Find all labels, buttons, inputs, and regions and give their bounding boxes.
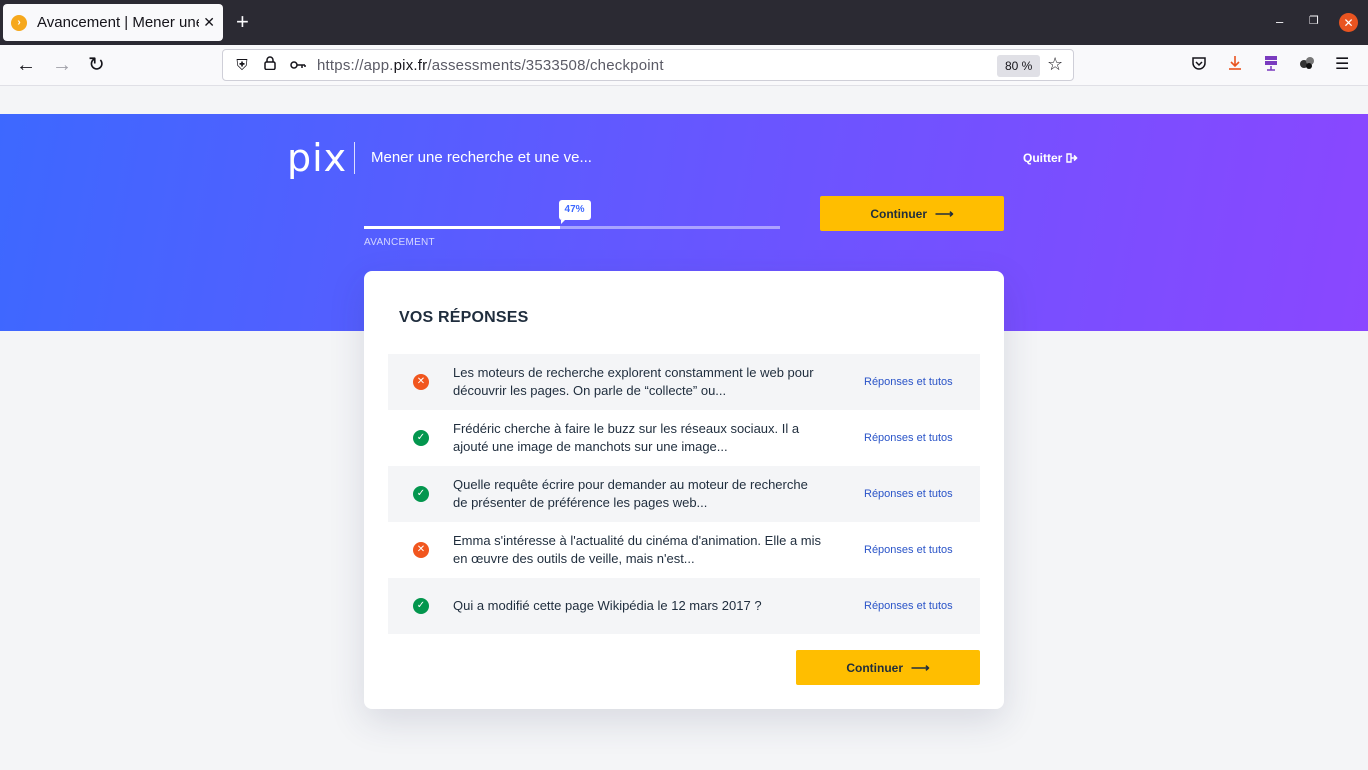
quit-label: Quitter — [1023, 151, 1063, 165]
check-circle-icon: ✓ — [413, 486, 429, 502]
quit-button[interactable]: Quitter — [1023, 151, 1078, 165]
progress-percent-bubble: 47% — [558, 200, 591, 224]
browser-nav-bar: ← → ↻ ⛨ https://app.pix.fr/assessments/3… — [0, 45, 1368, 86]
back-arrow-icon[interactable]: ← — [16, 53, 36, 77]
zoom-level-badge[interactable]: 80 % — [997, 55, 1041, 77]
restore-icon[interactable]: ❐ — [1309, 14, 1319, 27]
assessment-title: Mener une recherche et une ve... — [371, 149, 592, 166]
list-item: ✓ Quelle requête écrire pour demander au … — [388, 466, 980, 522]
url-bar[interactable]: ⛨ https://app.pix.fr/assessments/3533508… — [222, 49, 1074, 81]
key-icon[interactable] — [289, 57, 307, 74]
answers-card: VOS RÉPONSES ✕ Les moteurs de recherche e… — [364, 271, 1004, 709]
answers-list: ✕ Les moteurs de recherche explorent cons… — [388, 354, 980, 634]
card-title: VOS RÉPONSES — [399, 309, 529, 326]
continue-label: Continuer — [870, 206, 928, 221]
bookmark-star-icon[interactable]: ☆ — [1047, 54, 1063, 75]
pix-logo[interactable]: pix — [287, 136, 347, 180]
check-circle-icon: ✓ — [413, 598, 429, 614]
cross-circle-icon: ✕ — [413, 374, 429, 390]
extension-server-icon[interactable] — [1263, 55, 1279, 77]
forward-arrow-icon[interactable]: → — [52, 53, 72, 77]
browser-tab-bar: › Avancement | Mener une ✕ + – ❐ ✕ — [0, 0, 1368, 45]
tab-title: Avancement | Mener une — [37, 14, 200, 31]
answer-question-text: Quelle requête écrire pour demander au m… — [453, 477, 808, 510]
progress-bar-fill — [364, 226, 560, 229]
answer-question-text: Les moteurs de recherche explorent const… — [453, 365, 814, 398]
list-item: ✕ Emma s'intéresse à l'actualité du ciném… — [388, 522, 980, 578]
hamburger-menu-icon[interactable]: ☰ — [1335, 55, 1349, 75]
reload-icon[interactable]: ↻ — [88, 53, 105, 77]
progress-label: AVANCEMENT — [364, 237, 435, 248]
list-item: ✕ Les moteurs de recherche explorent cons… — [388, 354, 980, 410]
list-item: ✓ Qui a modifié cette page Wikipédia le 1… — [388, 578, 980, 634]
extension-balls-icon[interactable] — [1298, 55, 1316, 77]
answers-and-tutorials-link[interactable]: Réponses et tutos — [864, 600, 953, 612]
progress-bar — [364, 226, 780, 229]
window-close-icon[interactable]: ✕ — [1339, 13, 1358, 32]
continue-button-top[interactable]: Continuer ⟶ — [820, 196, 1004, 231]
continue-button-bottom[interactable]: Continuer ⟶ — [796, 650, 980, 685]
page: pix Mener une recherche et une ve... Qui… — [0, 87, 1368, 770]
browser-tab[interactable]: › Avancement | Mener une ✕ — [3, 4, 223, 41]
answers-and-tutorials-link[interactable]: Réponses et tutos — [864, 488, 953, 500]
exit-icon — [1065, 151, 1078, 165]
shield-icon[interactable]: ⛨ — [233, 57, 251, 74]
arrow-right-icon: ⟶ — [935, 205, 954, 221]
url-text[interactable]: https://app.pix.fr/assessments/3533508/c… — [317, 57, 664, 74]
downloads-icon[interactable] — [1227, 55, 1243, 77]
answers-and-tutorials-link[interactable]: Réponses et tutos — [864, 376, 953, 388]
pocket-icon[interactable] — [1191, 55, 1207, 77]
answer-question-text: Frédéric cherche à faire le buzz sur les… — [453, 421, 800, 454]
minimize-icon[interactable]: – — [1276, 14, 1283, 29]
arrow-right-icon: ⟶ — [911, 659, 930, 675]
cross-circle-icon: ✕ — [413, 542, 429, 558]
continue-label: Continuer — [846, 660, 904, 675]
new-tab-button[interactable]: + — [236, 10, 249, 34]
tab-close-icon[interactable]: ✕ — [203, 14, 215, 31]
answers-and-tutorials-link[interactable]: Réponses et tutos — [864, 432, 953, 444]
logo-separator — [354, 142, 355, 174]
check-circle-icon: ✓ — [413, 430, 429, 446]
answer-question-text: Qui a modifié cette page Wikipédia le 12… — [453, 598, 762, 613]
lock-icon[interactable] — [261, 56, 279, 74]
answer-question-text: Emma s'intéresse à l'actualité du cinéma… — [453, 533, 821, 566]
answers-and-tutorials-link[interactable]: Réponses et tutos — [864, 544, 953, 556]
pix-favicon-icon: › — [11, 14, 27, 31]
list-item: ✓ Frédéric cherche à faire le buzz sur le… — [388, 410, 980, 466]
